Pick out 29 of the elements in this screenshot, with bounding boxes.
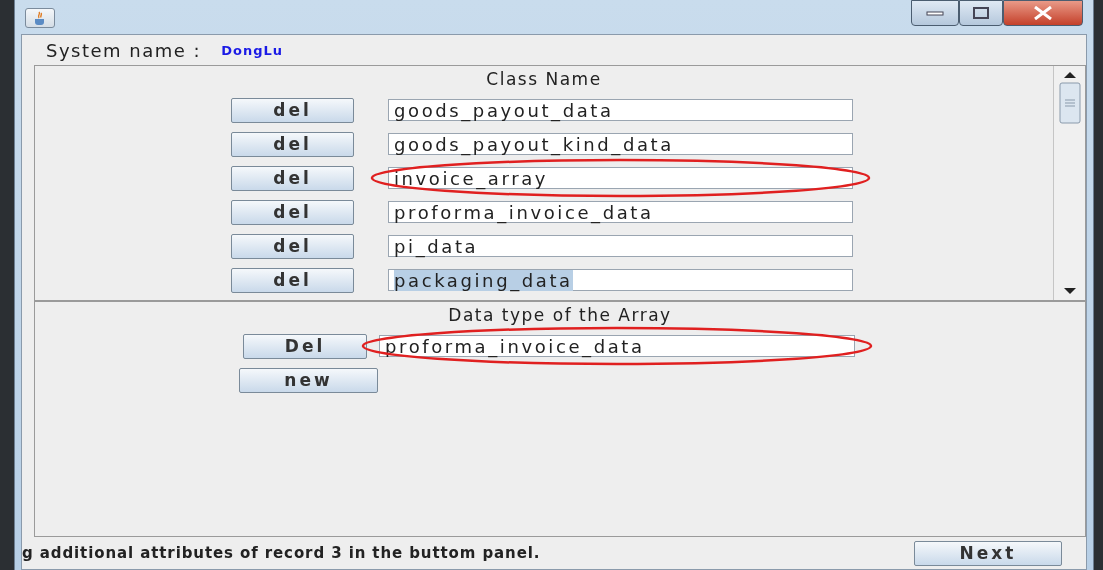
next-button[interactable]: Next bbox=[914, 540, 1062, 566]
panel-heading: Data type of the Array bbox=[448, 305, 672, 325]
close-icon bbox=[1032, 6, 1054, 20]
minimize-button[interactable] bbox=[911, 0, 959, 26]
system-menu-button[interactable] bbox=[25, 8, 55, 28]
close-button[interactable] bbox=[1003, 0, 1083, 26]
del-button[interactable]: del bbox=[231, 267, 354, 293]
system-name-value: DongLu bbox=[221, 42, 283, 58]
text-field[interactable]: pi_data bbox=[388, 235, 853, 257]
status-message: g additional attributes of record 3 in the buttom panel. bbox=[22, 544, 541, 562]
text-field[interactable]: proforma_invoice_data bbox=[379, 335, 855, 357]
minimize-icon bbox=[926, 10, 944, 16]
system-name-label: System name : bbox=[46, 39, 202, 61]
text-field[interactable]: proforma_invoice_data bbox=[388, 201, 853, 223]
maximize-icon bbox=[972, 6, 990, 20]
text-field[interactable]: packaging_data bbox=[388, 269, 853, 291]
text-field[interactable]: invoice_array bbox=[388, 167, 853, 189]
del-button[interactable]: del bbox=[231, 131, 354, 157]
scroll-thumb[interactable] bbox=[1058, 82, 1081, 124]
text-field[interactable]: goods_payout_data bbox=[388, 99, 853, 121]
maximize-button[interactable] bbox=[959, 0, 1003, 26]
del-button[interactable]: del bbox=[231, 165, 354, 191]
panel-heading: Class Name bbox=[486, 69, 602, 89]
del-button[interactable]: del bbox=[231, 233, 354, 259]
text-field[interactable]: goods_payout_kind_data bbox=[388, 133, 853, 155]
del-button[interactable]: Del bbox=[243, 333, 367, 359]
del-button[interactable]: del bbox=[231, 97, 354, 123]
new-button[interactable]: new bbox=[239, 367, 378, 393]
del-button[interactable]: del bbox=[231, 199, 354, 225]
